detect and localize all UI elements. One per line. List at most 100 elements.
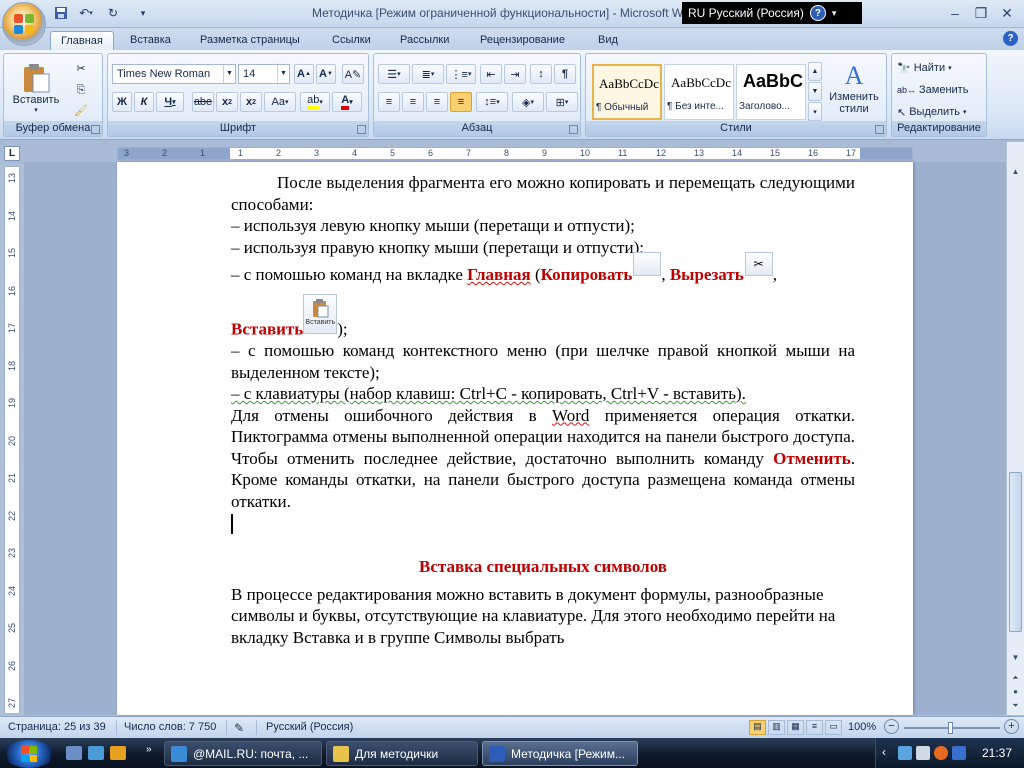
change-styles-button[interactable]: A Изменить стили xyxy=(824,56,884,120)
styles-scroll-down-icon[interactable]: ▼ xyxy=(808,82,822,101)
replace-button[interactable]: ab↔ Заменить xyxy=(896,80,984,100)
window-switch-icon[interactable] xyxy=(88,746,104,760)
document-text[interactable]: После выделения фрагмента его можно копи… xyxy=(231,172,855,648)
chevron-down-icon[interactable]: ▼ xyxy=(277,65,289,83)
find-button[interactable]: 🔭 Найти ▾ xyxy=(896,58,984,78)
style-normal[interactable]: AaBbCcDc ¶ Обычный xyxy=(592,64,662,120)
minimize-button[interactable]: – xyxy=(944,4,966,22)
shrink-font-icon[interactable]: A ▼ xyxy=(316,64,336,84)
taskbar-item-browser[interactable]: @MAIL.RU: почта, ... xyxy=(164,741,322,766)
style-heading[interactable]: AaBbC Заголово... xyxy=(736,64,806,120)
page-count[interactable]: Страница: 25 из 39 xyxy=(8,721,106,733)
tab-view[interactable]: Вид xyxy=(588,31,628,50)
zoom-slider-thumb[interactable] xyxy=(948,722,953,734)
undo-icon[interactable]: ↶ ▾ xyxy=(72,4,100,22)
cut-icon[interactable]: ✂ xyxy=(70,58,92,78)
redo-icon[interactable]: ↻ xyxy=(104,4,122,22)
language-status[interactable]: Русский (Россия) xyxy=(266,721,353,733)
clipboard-launcher-icon[interactable] xyxy=(91,125,100,134)
prev-page-icon[interactable]: ⏶ xyxy=(1008,670,1023,685)
show-marks-icon[interactable]: ¶ xyxy=(554,64,576,84)
language-menu-icon[interactable]: ▾ xyxy=(832,8,837,19)
draft-icon[interactable]: ▭ xyxy=(825,720,842,735)
next-page-icon[interactable]: ⏷ xyxy=(1008,698,1023,713)
select-button[interactable]: ↖ Выделить ▾ xyxy=(896,102,984,122)
network-icon[interactable] xyxy=(898,746,912,760)
chevron-down-icon[interactable]: ▼ xyxy=(223,65,235,83)
customize-qat-icon[interactable]: ▾ xyxy=(134,4,152,22)
zoom-out-icon[interactable]: − xyxy=(884,719,899,734)
outline-icon[interactable]: ≡ xyxy=(806,720,823,735)
font-color-icon[interactable]: A ▾ xyxy=(332,92,362,112)
horizontal-ruler[interactable]: 3 2 1 1 2 3 4 5 6 7 8 9 10 11 12 13 14 15 16 17 xyxy=(117,147,913,160)
clock[interactable]: 21:37 xyxy=(982,746,1012,760)
quicklaunch-more-icon[interactable]: » xyxy=(146,744,152,755)
align-left-icon[interactable]: ≡ xyxy=(378,92,400,112)
language-bar[interactable]: RU Русский (Россия) ? ▾ xyxy=(682,2,862,24)
help-icon[interactable]: ? xyxy=(1003,31,1018,46)
close-button[interactable]: ✕ xyxy=(996,4,1018,22)
language-label[interactable]: RU Русский (Россия) xyxy=(688,6,804,20)
volume-icon[interactable] xyxy=(916,746,930,760)
vertical-ruler[interactable]: 13 14 15 16 17 18 19 20 21 22 23 24 25 26 27 xyxy=(4,166,20,714)
styles-scroll-up-icon[interactable]: ▲ xyxy=(808,62,822,81)
maximize-button[interactable]: ❐ xyxy=(970,4,992,22)
language-help-icon[interactable]: ? xyxy=(809,5,826,21)
app-tray-icon[interactable] xyxy=(934,746,948,760)
numbering-icon[interactable]: ≣ ▾ xyxy=(412,64,444,84)
tab-selector-button[interactable]: L xyxy=(4,146,20,161)
web-layout-icon[interactable]: ▦ xyxy=(787,720,804,735)
full-screen-icon[interactable]: ▥ xyxy=(768,720,785,735)
font-launcher-icon[interactable] xyxy=(357,125,366,134)
vertical-scrollbar[interactable]: ▲ ▼ ⏶ ● ⏷ xyxy=(1006,142,1024,715)
media-player-icon[interactable] xyxy=(110,746,126,760)
taskbar-item-folder[interactable]: Для методички xyxy=(326,741,478,766)
tab-review[interactable]: Рецензирование xyxy=(470,31,575,50)
save-icon[interactable] xyxy=(52,4,70,22)
tab-references[interactable]: Ссылки xyxy=(322,31,381,50)
print-layout-icon[interactable]: ▤ xyxy=(749,720,766,735)
clear-formatting-icon[interactable]: A✎ xyxy=(342,64,364,84)
bullets-icon[interactable]: ☰ ▾ xyxy=(378,64,410,84)
tab-insert[interactable]: Вставка xyxy=(120,31,181,50)
tab-page-layout[interactable]: Разметка страницы xyxy=(190,31,310,50)
language-tray-icon[interactable] xyxy=(952,746,966,760)
font-size-combo[interactable]: 14 ▼ xyxy=(238,64,290,84)
subscript-icon[interactable]: x2 xyxy=(216,92,238,112)
tab-home[interactable]: Главная xyxy=(50,31,114,50)
align-center-icon[interactable]: ≡ xyxy=(402,92,424,112)
paragraph-launcher-icon[interactable] xyxy=(569,125,578,134)
bold-icon[interactable]: Ж xyxy=(112,92,132,112)
grow-font-icon[interactable]: A ▲ xyxy=(294,64,314,84)
styles-launcher-icon[interactable] xyxy=(875,125,884,134)
document-page[interactable]: После выделения фрагмента его можно копи… xyxy=(117,162,913,715)
change-case-icon[interactable]: Aa ▾ xyxy=(264,92,296,112)
justify-icon[interactable]: ≡ xyxy=(450,92,472,112)
format-painter-icon[interactable]: 🖌 xyxy=(70,100,92,120)
sort-icon[interactable]: ↕ xyxy=(530,64,552,84)
zoom-level[interactable]: 100% xyxy=(848,721,876,733)
paste-button[interactable]: Вставить ▾ xyxy=(8,56,64,120)
font-name-combo[interactable]: Times New Roman ▼ xyxy=(112,64,236,84)
tab-mailings[interactable]: Рассылки xyxy=(390,31,459,50)
borders-icon[interactable]: ⊞ ▾ xyxy=(546,92,578,112)
start-button[interactable] xyxy=(4,740,54,768)
highlight-icon[interactable]: ab ▾ xyxy=(300,92,330,112)
scroll-up-icon[interactable]: ▲ xyxy=(1008,164,1023,179)
strikethrough-icon[interactable]: abe xyxy=(192,92,214,112)
superscript-icon[interactable]: x2 xyxy=(240,92,262,112)
show-desktop-icon[interactable] xyxy=(66,746,82,760)
browse-object-icon[interactable]: ● xyxy=(1008,684,1023,699)
spellcheck-icon[interactable]: ✎ xyxy=(234,721,244,735)
decrease-indent-icon[interactable]: ⇤ xyxy=(480,64,502,84)
office-button[interactable] xyxy=(2,2,46,46)
shading-icon[interactable]: ◈ ▾ xyxy=(512,92,544,112)
zoom-in-icon[interactable]: + xyxy=(1004,719,1019,734)
multilevel-list-icon[interactable]: ⋮≡ ▾ xyxy=(446,64,476,84)
copy-icon[interactable]: ⎘ xyxy=(70,80,92,100)
taskbar-item-word[interactable]: Методичка [Режим... xyxy=(482,741,638,766)
word-count[interactable]: Число слов: 7 750 xyxy=(124,721,216,733)
increase-indent-icon[interactable]: ⇥ xyxy=(504,64,526,84)
align-right-icon[interactable]: ≡ xyxy=(426,92,448,112)
scroll-down-icon[interactable]: ▼ xyxy=(1008,650,1023,665)
